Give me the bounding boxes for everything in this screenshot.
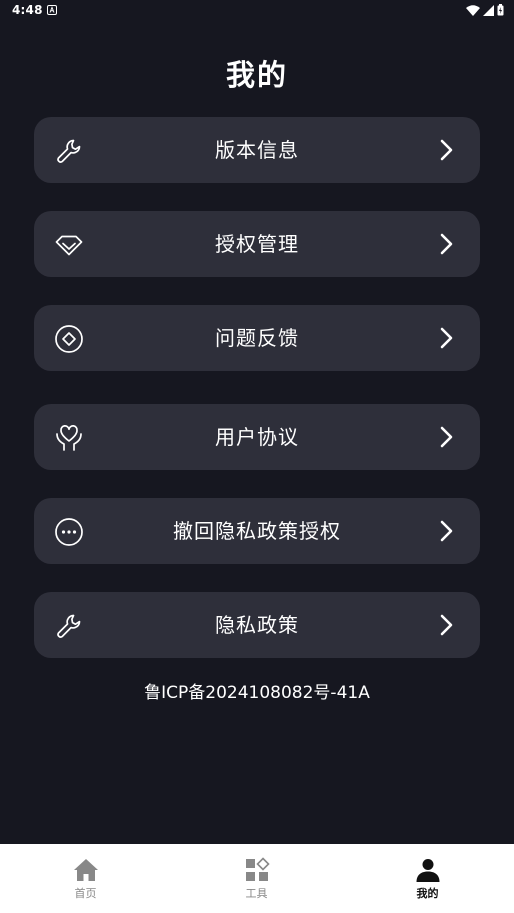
nav-tab-label: 工具 [245, 887, 268, 900]
menu-item-revoke-privacy[interactable]: 撤回隐私政策授权 [34, 498, 480, 564]
menu-item-version-info[interactable]: 版本信息 [34, 117, 480, 183]
person-icon [416, 859, 439, 882]
chevron-right-icon [440, 233, 453, 255]
status-time: 4:48 [12, 3, 43, 17]
bottom-nav: 首页 工具 我的 [0, 844, 514, 913]
nav-tab-tools[interactable]: 工具 [171, 844, 342, 913]
chevron-right-icon [440, 139, 453, 161]
tools-grid-icon [245, 857, 270, 881]
chevron-right-icon [440, 520, 453, 542]
wrench-icon [57, 139, 81, 163]
more-dots-icon [55, 518, 83, 546]
circle-diamond-icon [55, 325, 83, 353]
menu-item-privacy-policy[interactable]: 隐私政策 [34, 592, 480, 658]
nav-tab-mine[interactable]: 我的 [342, 844, 513, 913]
nav-tab-label: 首页 [74, 887, 97, 900]
wifi-icon [466, 4, 480, 16]
chevron-right-icon [440, 327, 453, 349]
menu-item-label: 版本信息 [215, 138, 299, 162]
nav-tab-home[interactable]: 首页 [0, 844, 171, 913]
chevron-right-icon [440, 614, 453, 636]
status-icons [466, 3, 504, 17]
chevron-right-icon [440, 426, 453, 448]
page-title: 我的 [225, 58, 288, 92]
status-bar: 4:48 [0, 0, 514, 22]
menu-item-authorization[interactable]: 授权管理 [34, 211, 480, 277]
menu-item-user-agreement[interactable]: 用户协议 [34, 404, 480, 470]
wrench-icon [57, 614, 81, 638]
battery-icon [497, 4, 504, 16]
notification-a-icon [47, 5, 57, 15]
menu-item-label: 问题反馈 [215, 326, 299, 350]
menu-item-feedback[interactable]: 问题反馈 [34, 305, 480, 371]
signal-icon [483, 4, 494, 16]
home-icon [73, 859, 98, 881]
diamond-icon [55, 235, 83, 256]
menu-item-label: 用户协议 [215, 425, 299, 449]
menu-item-label: 授权管理 [215, 232, 299, 256]
heart-hands-icon [56, 425, 82, 451]
menu-item-label: 撤回隐私政策授权 [173, 519, 341, 543]
icp-record: 鲁ICP备2024108082号-41A [144, 683, 370, 703]
menu-item-label: 隐私政策 [215, 613, 299, 637]
nav-tab-label: 我的 [416, 887, 439, 900]
